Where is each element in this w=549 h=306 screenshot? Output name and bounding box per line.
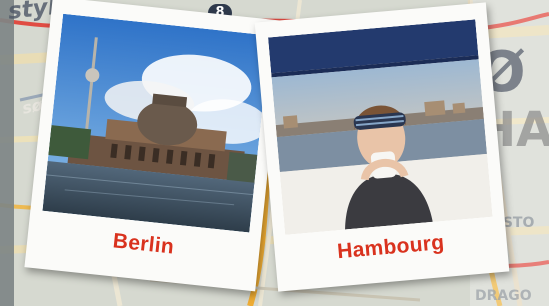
hambourg-photo [268, 19, 493, 235]
left-edge-bar [0, 0, 14, 306]
hambourg-photo-image [268, 19, 493, 235]
map-label: DRAGO [475, 288, 532, 304]
city-card-hambourg[interactable]: Hambourg [254, 2, 510, 292]
city-selection-banner: styk sør Ø HA ASTO Ta DRAGO 8 [0, 0, 549, 306]
city-card-berlin[interactable]: Berlin [24, 0, 284, 292]
berlin-photo-image [42, 13, 270, 233]
berlin-photo [42, 13, 270, 233]
